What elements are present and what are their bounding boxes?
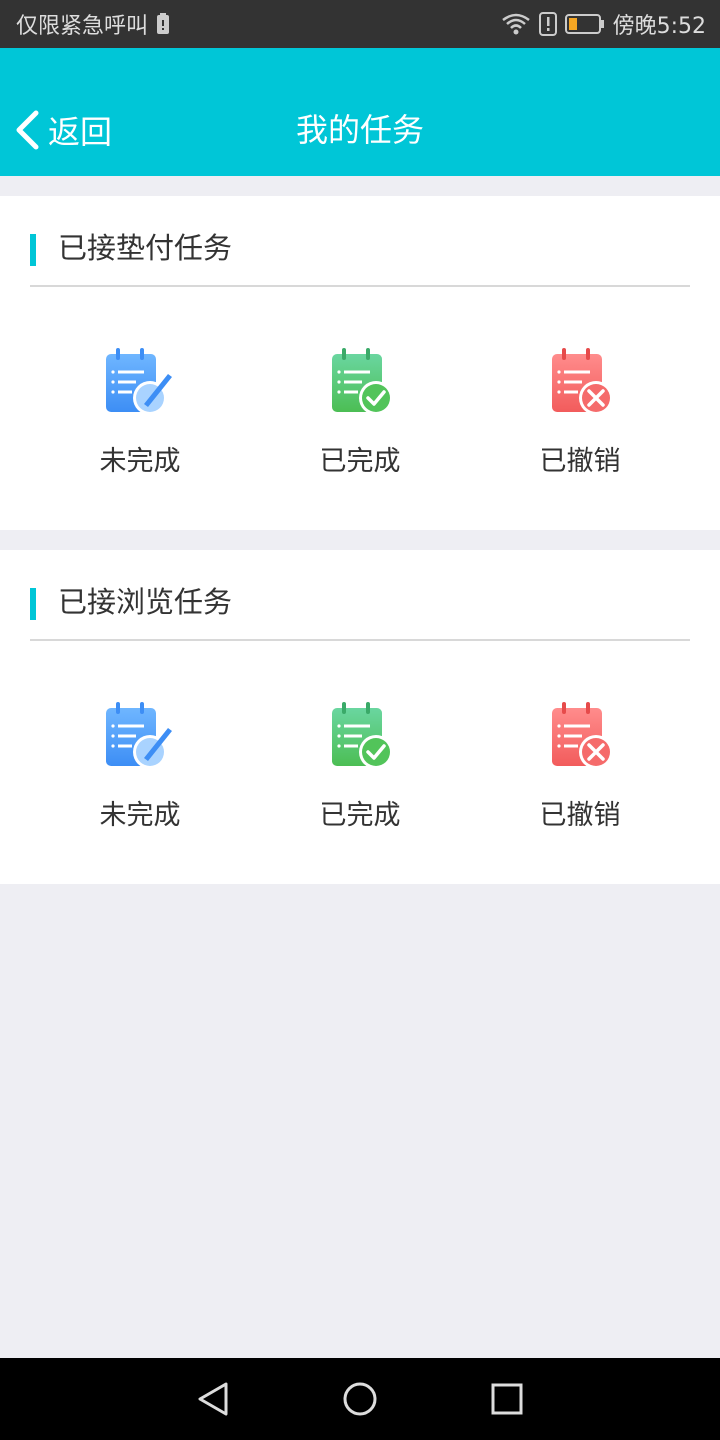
notepad-cancel-icon bbox=[552, 348, 613, 415]
task-item-completed[interactable]: 已完成 bbox=[250, 346, 470, 496]
notepad-edit-icon bbox=[106, 348, 172, 415]
status-right: 傍晚5:52 bbox=[501, 8, 706, 40]
task-item-label: 已完成 bbox=[319, 446, 401, 477]
nav-home-button[interactable] bbox=[330, 1369, 390, 1429]
notepad-cancel-icon bbox=[552, 702, 613, 769]
chevron-left-icon bbox=[14, 110, 40, 150]
section-header: 已接浏览任务 bbox=[30, 550, 690, 641]
nav-recents-button[interactable] bbox=[477, 1369, 537, 1429]
section-accent-bar bbox=[30, 588, 36, 620]
status-time: 傍晚5:52 bbox=[612, 14, 706, 39]
screen: 仅限紧急呼叫 傍晚5:52 返回 我的任务 已接垫付任务 未完成 已完成 已撤销… bbox=[0, 0, 720, 1440]
section-browse-tasks: 已接浏览任务 未完成 已完成 已撤销 bbox=[0, 550, 720, 884]
battery-icon bbox=[564, 13, 605, 35]
task-item-label: 已完成 bbox=[319, 800, 401, 831]
task-item-label: 已撤销 bbox=[539, 446, 621, 477]
notepad-check-icon bbox=[332, 702, 393, 769]
task-status-list: 未完成 已完成 已撤销 bbox=[30, 700, 690, 850]
sim-icon bbox=[156, 13, 170, 35]
task-item-label: 已撤销 bbox=[539, 800, 621, 831]
task-item-completed[interactable]: 已完成 bbox=[250, 700, 470, 850]
section-advance-tasks: 已接垫付任务 未完成 已完成 已撤销 bbox=[0, 196, 720, 530]
status-text: 仅限紧急呼叫 bbox=[16, 14, 149, 39]
wifi-icon bbox=[501, 12, 531, 36]
system-nav-bar bbox=[0, 1358, 720, 1440]
task-item-unfinished[interactable]: 未完成 bbox=[30, 700, 250, 850]
status-left: 仅限紧急呼叫 bbox=[16, 8, 170, 40]
section-accent-bar bbox=[30, 234, 36, 266]
circle-home-icon bbox=[343, 1382, 377, 1416]
task-item-label: 未完成 bbox=[99, 446, 181, 477]
task-item-label: 未完成 bbox=[99, 800, 181, 831]
square-recents-icon bbox=[491, 1383, 523, 1415]
task-status-list: 未完成 已完成 已撤销 bbox=[30, 346, 690, 496]
triangle-back-icon bbox=[198, 1382, 228, 1416]
section-title: 已接浏览任务 bbox=[58, 585, 233, 619]
notepad-check-icon bbox=[332, 348, 393, 415]
status-bar: 仅限紧急呼叫 傍晚5:52 bbox=[0, 0, 720, 48]
nav-back-button[interactable] bbox=[183, 1369, 243, 1429]
back-label: 返回 bbox=[48, 113, 113, 151]
section-title: 已接垫付任务 bbox=[58, 231, 233, 265]
task-item-cancelled[interactable]: 已撤销 bbox=[470, 700, 690, 850]
title-bar: 返回 我的任务 bbox=[0, 48, 720, 176]
section-header: 已接垫付任务 bbox=[30, 196, 690, 287]
back-button[interactable]: 返回 bbox=[14, 108, 112, 152]
task-item-unfinished[interactable]: 未完成 bbox=[30, 346, 250, 496]
task-item-cancelled[interactable]: 已撤销 bbox=[470, 346, 690, 496]
notepad-edit-icon bbox=[106, 702, 172, 769]
alert-icon bbox=[538, 12, 557, 36]
